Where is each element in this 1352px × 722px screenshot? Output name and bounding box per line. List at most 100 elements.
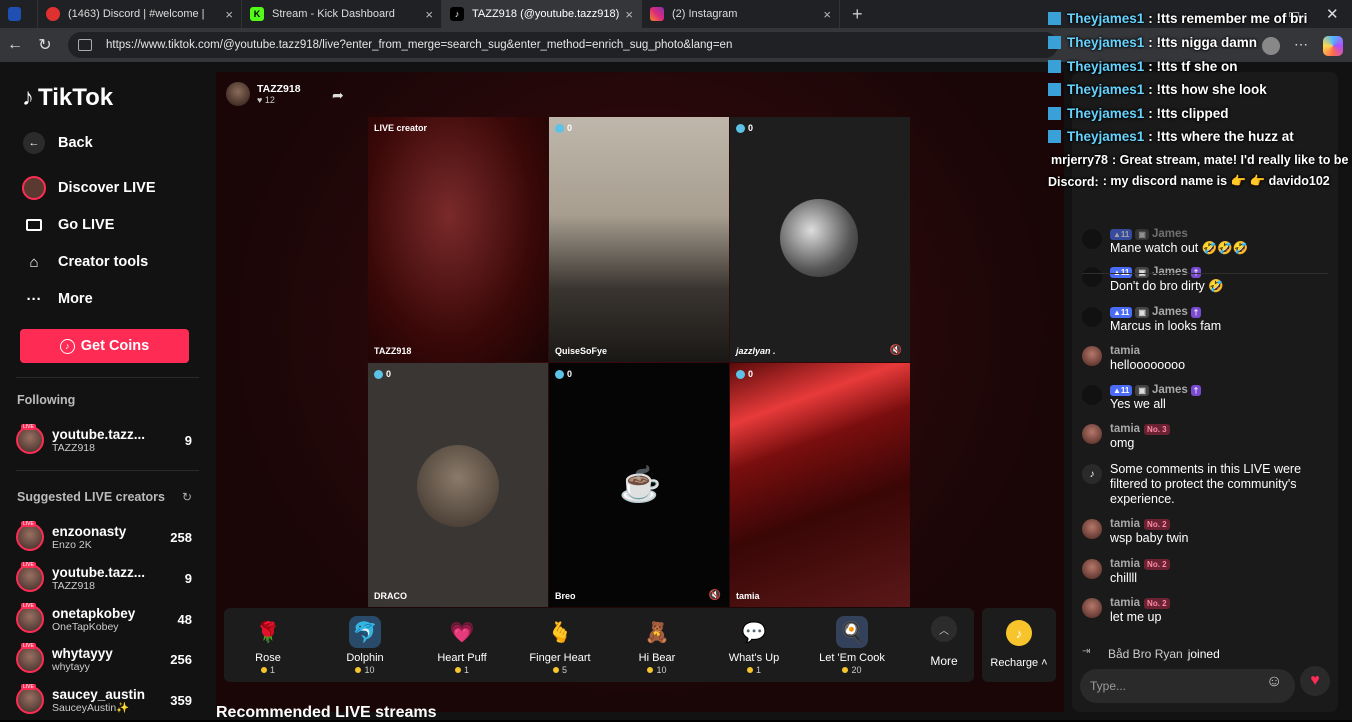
tiktok-note-icon: ♪ [22, 84, 34, 111]
nav-discover-live[interactable]: Discover LIVE [22, 176, 156, 200]
avatar[interactable] [1082, 267, 1102, 287]
avatar: LIVE [16, 684, 44, 714]
creator-tools-icon: ⌂ [29, 253, 39, 271]
creator-name: youtube.tazz... [52, 426, 146, 442]
mic-muted-icon: 🔇 [889, 345, 902, 356]
chat-text: Mane watch out 🤣🤣🤣 [1110, 241, 1249, 255]
tab-title: (2) Instagram [672, 8, 738, 20]
host-avatar[interactable] [226, 82, 250, 106]
gift-let-em-cook[interactable]: 🍳 Let 'Em Cook 20 [812, 616, 892, 675]
host-info[interactable]: TAZZ918 ♥ 12 [226, 82, 301, 106]
minimize-icon[interactable]: ▭ [1288, 6, 1300, 22]
close-icon[interactable]: × [225, 7, 233, 22]
chat-input[interactable]: Type... [1080, 669, 1295, 703]
following-item[interactable]: LIVE youtube.tazz... TAZZ918 9 [16, 423, 194, 457]
divider [16, 377, 199, 378]
guest-cell[interactable]: 0 QuiseSoFye [549, 117, 729, 362]
avatar[interactable] [1082, 559, 1102, 579]
live-creator-tag: LIVE creator [374, 123, 428, 133]
guest-score: 0 [555, 369, 572, 379]
more-gifts-button[interactable]: ︿ More [919, 616, 969, 668]
window-close-icon[interactable]: ✕ [1326, 5, 1339, 23]
tab-instagram[interactable]: (2) Instagram × [642, 0, 840, 28]
tab-title: (1463) Discord | #welcome | [68, 8, 205, 20]
gift-whats-up[interactable]: 💬 What's Up 1 [714, 616, 794, 676]
tab-title: Stream - Kick Dashboard [272, 8, 395, 20]
avatar[interactable] [1082, 424, 1102, 444]
avatar[interactable] [1082, 598, 1102, 618]
chat-username: tamia [1110, 345, 1141, 357]
gift-dolphin[interactable]: 🐬 Dolphin 10 [325, 616, 405, 675]
recharge-button[interactable]: ♪ Recharge ˄ [982, 608, 1056, 682]
creator-name: whytayyy [52, 645, 113, 661]
url-field[interactable]: https://www.tiktok.com/@youtube.tazz918/… [68, 32, 1058, 58]
avatar[interactable] [1082, 346, 1102, 366]
emoji-icon[interactable]: ☺ [1266, 673, 1282, 691]
nav-go-live[interactable]: Go LIVE [22, 213, 114, 237]
guest-name: DRACO [374, 591, 407, 601]
guest-cell[interactable]: LIVE creator TAZZ918 [368, 117, 548, 362]
camera-icon [22, 213, 46, 237]
more-icon: ··· [26, 290, 42, 308]
mic-muted-icon: 🔇 [708, 590, 721, 601]
discover-live-icon [22, 176, 46, 200]
gift-name: Hi Bear [638, 652, 676, 664]
avatar[interactable] [1082, 229, 1102, 249]
copilot-icon[interactable] [1323, 36, 1343, 56]
avatar[interactable] [1082, 519, 1102, 539]
guest-cell[interactable]: 0 DRACO [368, 363, 548, 607]
gift-price: 5 [520, 665, 600, 675]
suggested-item[interactable]: LIVE onetapkobey OneTapKobey 48 [16, 602, 194, 636]
chat-username: tamia No. 2 [1110, 557, 1173, 571]
back-arrow-icon[interactable]: ← [0, 36, 30, 54]
suggested-item[interactable]: LIVE whytayyy whytayy 256 [16, 642, 194, 676]
reload-icon[interactable]: ↻ [30, 35, 60, 55]
guest-cell[interactable]: 0 tamia [730, 363, 910, 607]
suggested-item[interactable]: LIVE enzoonasty Enzo 2K 258 [16, 520, 194, 554]
joined-user: Båd Bro Ryan [1108, 647, 1183, 661]
gift-hi-bear[interactable]: 🧸 Hi Bear 10 [617, 616, 697, 676]
profile-avatar[interactable] [1262, 37, 1280, 55]
nav-creator-tools[interactable]: ⌂ Creator tools [22, 250, 148, 274]
guest-score: 0 [555, 123, 572, 133]
nav-more[interactable]: ··· More [22, 287, 93, 311]
guest-avatar [780, 199, 858, 277]
chat-username: tamia No. 3 [1110, 422, 1173, 436]
guest-cell[interactable]: 0 ☕ Breo 🔇 [549, 363, 729, 607]
tab-pinned[interactable] [0, 0, 38, 28]
gift-finger-heart[interactable]: 🫰 Finger Heart 5 [520, 616, 600, 676]
gift-rose[interactable]: 🌹 Rose 1 [228, 616, 308, 676]
close-icon[interactable]: × [425, 7, 433, 22]
close-icon[interactable]: × [823, 7, 831, 22]
suggested-title: Suggested LIVE creators [17, 490, 165, 504]
refresh-icon[interactable]: ↻ [182, 490, 192, 504]
gift-name: Heart Puff [437, 652, 487, 664]
guest-score: 0 [736, 369, 753, 379]
guest-cell[interactable]: 0 jazzlyan . 🔇 [730, 117, 910, 362]
chat-username: ▲11 ▣ James † [1110, 383, 1204, 397]
chevron-up-icon: ︿ [931, 616, 957, 642]
chat-message: tamia helloooooooo [1082, 344, 1332, 373]
close-icon[interactable]: × [625, 7, 633, 22]
gift-name: Let 'Em Cook [819, 652, 885, 664]
tab-tiktok[interactable]: ♪ TAZZ918 (@youtube.tazz918) is L × [442, 0, 642, 28]
suggested-item[interactable]: LIVE youtube.tazz... TAZZ918 9 [16, 561, 194, 595]
tab-kick[interactable]: K Stream - Kick Dashboard × [242, 0, 442, 28]
like-heart-button[interactable]: ♥ [1300, 666, 1330, 696]
coin-icon: ♪ [1006, 620, 1032, 646]
share-icon[interactable]: ➦ [332, 87, 344, 104]
site-info-icon[interactable] [78, 39, 92, 51]
suggested-item[interactable]: LIVE saucey_austin SauceyAustin✨ 359 [16, 683, 194, 717]
tiktok-logo[interactable]: ♪ TikTok [22, 84, 113, 112]
gift-heart-puff[interactable]: 💗 Heart Puff 1 [422, 616, 502, 676]
new-tab-button[interactable]: + [852, 4, 863, 25]
avatar[interactable] [1082, 307, 1102, 327]
browser-menu-icon[interactable]: ⋯ [1294, 36, 1308, 53]
viewer-count: 48 [177, 611, 192, 627]
get-coins-button[interactable]: ♪ Get Coins [20, 329, 189, 363]
avatar[interactable] [1082, 385, 1102, 405]
tab-discord[interactable]: (1463) Discord | #welcome | × [38, 0, 242, 28]
whats-up-icon: 💬 [741, 621, 767, 644]
back-button[interactable]: ← Back [22, 131, 93, 155]
chat-text: Yes we all [1110, 397, 1166, 411]
